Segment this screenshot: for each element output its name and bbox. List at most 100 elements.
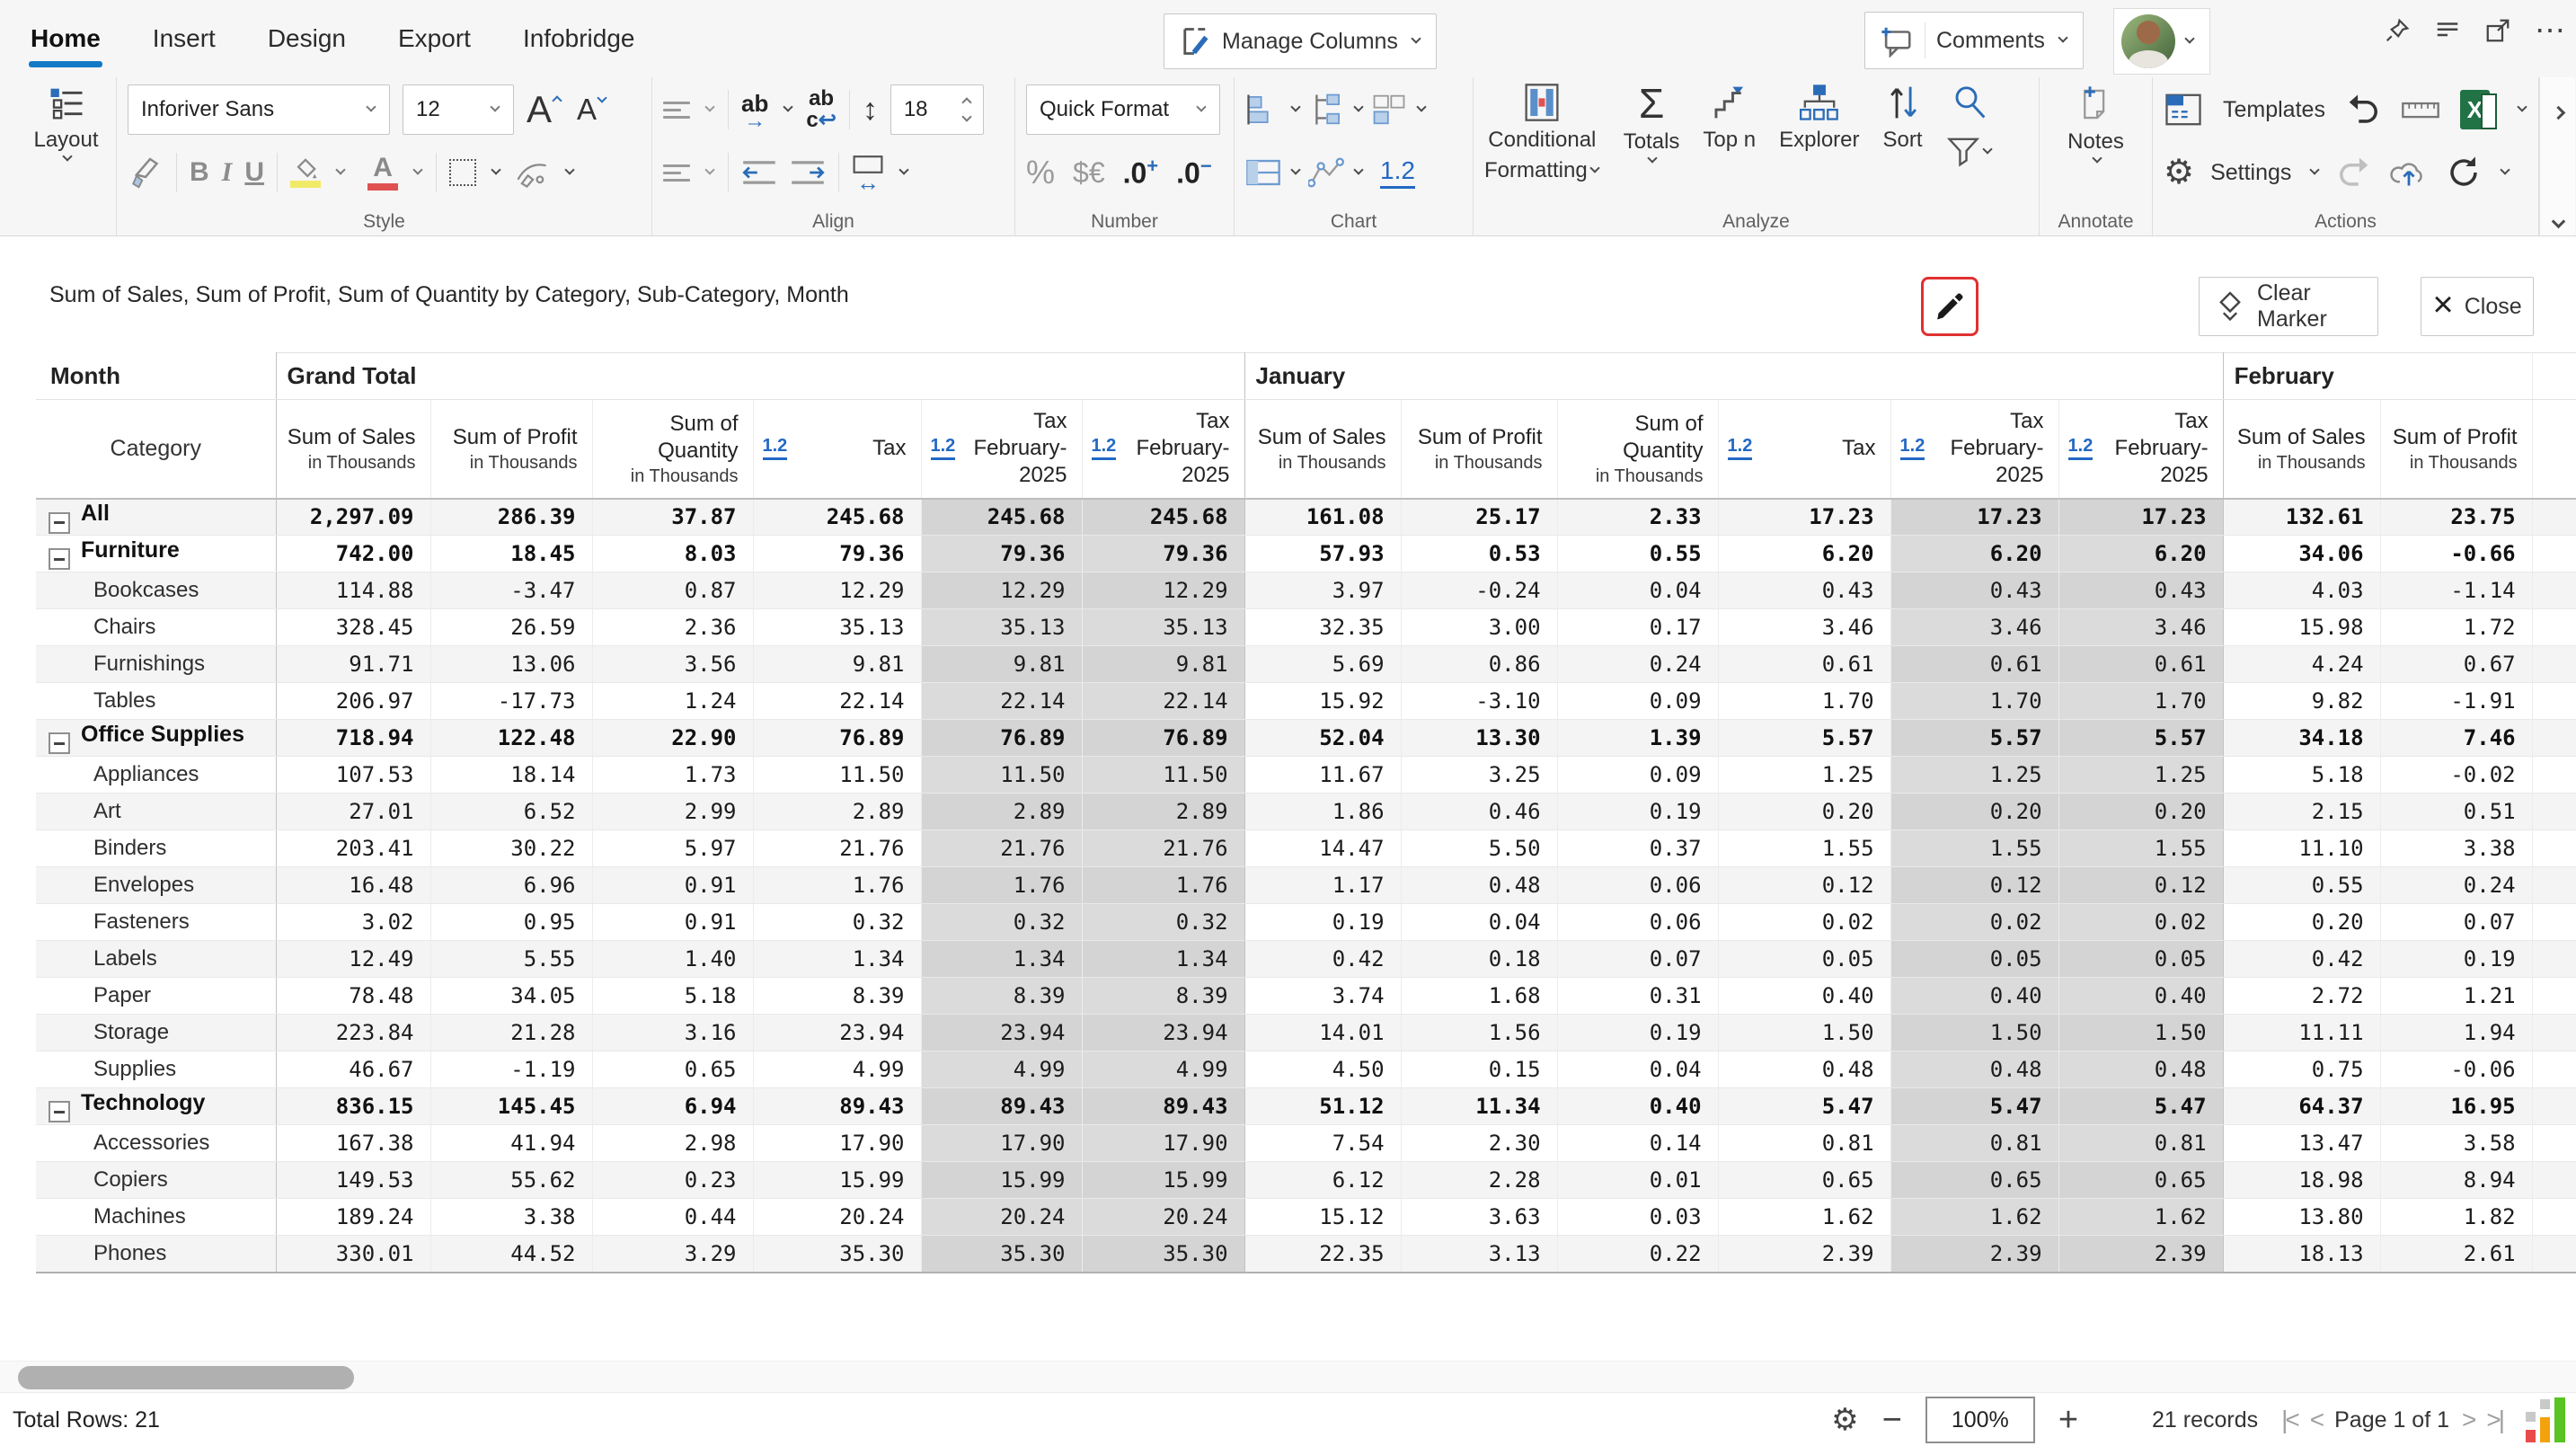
- data-cell[interactable]: 23.94: [921, 1015, 1082, 1051]
- data-cell[interactable]: 15.99: [753, 1162, 921, 1199]
- data-cell[interactable]: 5.47: [1890, 1088, 2058, 1125]
- data-cell-empty[interactable]: [2532, 757, 2576, 794]
- data-cell[interactable]: 9.81: [921, 646, 1082, 683]
- data-cell[interactable]: 8.03: [592, 536, 753, 572]
- notes-button[interactable]: Notes: [2050, 84, 2141, 162]
- chevron-down-icon[interactable]: [704, 102, 714, 111]
- data-cell[interactable]: 23.94: [1082, 1015, 1244, 1051]
- clear-borders-icon[interactable]: [514, 157, 550, 188]
- upload-icon[interactable]: [2388, 155, 2430, 190]
- data-cell[interactable]: 76.89: [753, 720, 921, 757]
- quick-format-select[interactable]: Quick Format: [1026, 84, 1220, 135]
- data-cell[interactable]: 1.76: [753, 867, 921, 904]
- tab-home[interactable]: Home: [31, 24, 101, 53]
- data-cell[interactable]: 1.76: [1082, 867, 1244, 904]
- decrease-font-icon[interactable]: A: [577, 93, 597, 127]
- data-cell[interactable]: -3.47: [430, 572, 592, 609]
- row-label-cell[interactable]: Art: [36, 794, 276, 830]
- data-cell-empty[interactable]: [2532, 978, 2576, 1015]
- manage-columns-button[interactable]: Manage Columns: [1164, 13, 1437, 69]
- data-cell[interactable]: 122.48: [430, 720, 592, 757]
- data-cell[interactable]: 0.04: [1557, 1051, 1718, 1088]
- collapse-icon[interactable]: [49, 548, 70, 570]
- data-cell[interactable]: 0.17: [1557, 609, 1718, 646]
- data-cell[interactable]: -0.02: [2380, 757, 2532, 794]
- data-cell[interactable]: 37.87: [592, 499, 753, 536]
- data-cell[interactable]: 3.25: [1401, 757, 1557, 794]
- excel-export-icon[interactable]: X: [2460, 90, 2490, 129]
- column-header[interactable]: Sum of Profitin Thousands: [1401, 400, 1557, 499]
- chevron-down-icon[interactable]: [2501, 164, 2510, 174]
- data-cell[interactable]: 0.20: [1890, 794, 2058, 830]
- row-label-cell[interactable]: Furniture: [36, 536, 276, 572]
- data-cell[interactable]: 0.61: [2058, 646, 2223, 683]
- data-cell[interactable]: 6.52: [430, 794, 592, 830]
- format-painter-icon[interactable]: [128, 155, 164, 191]
- data-cell[interactable]: 1.82: [2380, 1199, 2532, 1236]
- highlight-color-icon[interactable]: [290, 157, 321, 188]
- data-cell[interactable]: 2.72: [2223, 978, 2380, 1015]
- data-cell[interactable]: 0.32: [921, 904, 1082, 941]
- data-cell[interactable]: 34.18: [2223, 720, 2380, 757]
- data-cell[interactable]: 55.62: [430, 1162, 592, 1199]
- chevron-down-icon[interactable]: [412, 164, 422, 174]
- column-header-empty[interactable]: [2532, 400, 2576, 499]
- data-cell[interactable]: 0.02: [1718, 904, 1890, 941]
- data-cell[interactable]: 76.89: [1082, 720, 1244, 757]
- data-cell[interactable]: 15.98: [2223, 609, 2380, 646]
- data-cell[interactable]: 17.23: [1718, 499, 1890, 536]
- data-cell[interactable]: 15.92: [1244, 683, 1401, 720]
- stepper-down-icon[interactable]: [961, 111, 971, 121]
- row-label-cell[interactable]: Office Supplies: [36, 720, 276, 757]
- data-cell[interactable]: 76.89: [921, 720, 1082, 757]
- data-cell[interactable]: 11.11: [2223, 1015, 2380, 1051]
- data-cell[interactable]: 20.24: [753, 1199, 921, 1236]
- data-cell[interactable]: 2.30: [1401, 1125, 1557, 1162]
- data-cell[interactable]: 0.37: [1557, 830, 1718, 867]
- column-header[interactable]: 1.2TaxFebruary-2025: [2058, 400, 2223, 499]
- data-cell[interactable]: 12.29: [753, 572, 921, 609]
- data-cell-empty[interactable]: [2532, 941, 2576, 978]
- data-cell[interactable]: 35.13: [921, 609, 1082, 646]
- data-cell[interactable]: 4.50: [1244, 1051, 1401, 1088]
- next-page-icon[interactable]: >: [2462, 1406, 2474, 1434]
- data-cell[interactable]: 0.06: [1557, 904, 1718, 941]
- data-cell[interactable]: 286.39: [430, 499, 592, 536]
- data-cell[interactable]: 0.87: [592, 572, 753, 609]
- data-cell[interactable]: 22.14: [753, 683, 921, 720]
- data-cell[interactable]: 21.76: [753, 830, 921, 867]
- search-icon[interactable]: [1951, 83, 1988, 120]
- row-height-input[interactable]: 18: [890, 84, 984, 135]
- prev-page-icon[interactable]: <: [2310, 1406, 2322, 1434]
- data-cell[interactable]: 1.25: [1718, 757, 1890, 794]
- data-cell[interactable]: -0.06: [2380, 1051, 2532, 1088]
- data-cell[interactable]: 0.19: [1244, 904, 1401, 941]
- popout-icon[interactable]: [2484, 17, 2511, 44]
- data-cell[interactable]: 0.05: [1890, 941, 2058, 978]
- data-cell[interactable]: 0.55: [2223, 867, 2380, 904]
- data-cell[interactable]: 34.06: [2223, 536, 2380, 572]
- data-cell[interactable]: 13.06: [430, 646, 592, 683]
- templates-icon[interactable]: [2164, 91, 2203, 129]
- data-cell[interactable]: 0.04: [1401, 904, 1557, 941]
- data-cell[interactable]: 0.18: [1401, 941, 1557, 978]
- filter-icon[interactable]: [1946, 135, 1980, 169]
- row-label-cell[interactable]: Storage: [36, 1015, 276, 1051]
- data-cell[interactable]: 4.99: [1082, 1051, 1244, 1088]
- chevron-down-icon[interactable]: [783, 102, 793, 111]
- data-cell[interactable]: 0.20: [2223, 904, 2380, 941]
- settings-label[interactable]: Settings: [2210, 160, 2291, 186]
- data-cell[interactable]: 0.02: [1890, 904, 2058, 941]
- data-cell[interactable]: 0.06: [1557, 867, 1718, 904]
- data-cell-empty[interactable]: [2532, 536, 2576, 572]
- number-format-icon[interactable]: 1.2: [1380, 156, 1415, 189]
- chevron-down-icon[interactable]: [1353, 102, 1363, 111]
- data-cell[interactable]: 1.62: [1718, 1199, 1890, 1236]
- vertical-align-icon[interactable]: [663, 102, 690, 119]
- data-cell[interactable]: 1.25: [1890, 757, 2058, 794]
- data-cell-empty[interactable]: [2532, 1199, 2576, 1236]
- data-cell[interactable]: 14.47: [1244, 830, 1401, 867]
- data-cell[interactable]: 0.91: [592, 867, 753, 904]
- data-cell[interactable]: 0.07: [2380, 904, 2532, 941]
- data-cell[interactable]: 0.40: [1890, 978, 2058, 1015]
